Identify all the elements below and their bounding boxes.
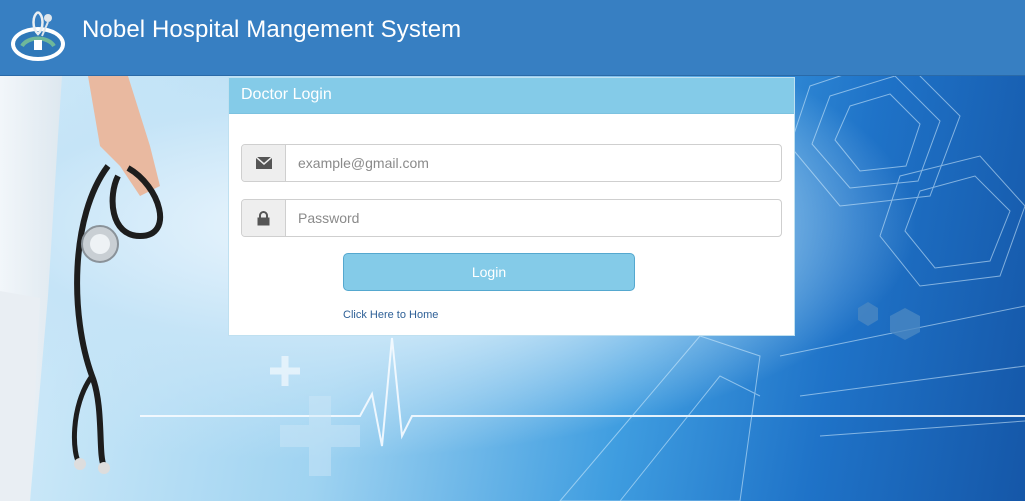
email-input[interactable] xyxy=(286,145,781,181)
app-title: Nobel Hospital Mangement System xyxy=(82,16,462,43)
home-link[interactable]: Click Here to Home xyxy=(343,309,438,321)
login-button[interactable]: Login xyxy=(343,253,635,291)
envelope-icon xyxy=(242,145,286,181)
password-input[interactable] xyxy=(286,200,781,236)
email-input-group xyxy=(241,144,782,182)
app-header: Nobel Hospital Mangement System xyxy=(0,0,1025,76)
password-input-group xyxy=(241,199,782,237)
panel-heading: Doctor Login xyxy=(229,78,794,114)
stethoscope-logo-icon xyxy=(11,10,65,61)
lock-icon xyxy=(242,200,286,236)
doctor-login-panel: Doctor Login Login Click Here to Home xyxy=(228,77,795,336)
